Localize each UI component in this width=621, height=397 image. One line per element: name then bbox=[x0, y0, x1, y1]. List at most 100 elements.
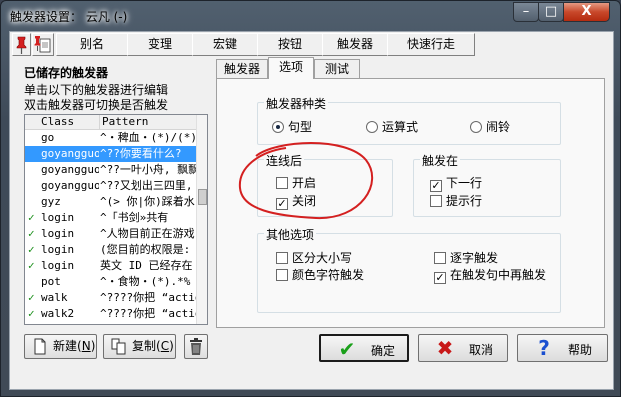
radio-alarm-dot bbox=[470, 121, 482, 133]
copy-button[interactable]: 复制(C) bbox=[103, 334, 176, 359]
enabled-check-icon: ✓ bbox=[28, 307, 35, 320]
color-trigger-box bbox=[276, 269, 288, 281]
tab-triggers[interactable]: 触发器 bbox=[322, 33, 388, 56]
help-button[interactable]: ? 帮助 bbox=[517, 334, 608, 362]
enabled-check-icon: ✓ bbox=[28, 259, 35, 272]
cancel-button[interactable]: ✖ 取消 bbox=[418, 334, 508, 362]
next-line-checkbox[interactable]: ✓ 下一行 bbox=[430, 175, 483, 192]
trigger-at-title: 触发在 bbox=[420, 152, 461, 169]
tab-quick-walk[interactable]: 快速行走 bbox=[387, 33, 475, 56]
trigger-row[interactable]: ✓ walk2 ^????你把 “actio bbox=[25, 306, 197, 322]
trigger-pattern: ^・食物・(*).*% bbox=[100, 275, 191, 288]
multiline-off-label: 关闭 bbox=[292, 194, 317, 208]
tab-variable[interactable]: 变理 bbox=[127, 33, 193, 56]
trigger-at-group: 触发在 ✓ 下一行 提示行 bbox=[413, 152, 561, 217]
trigger-pattern: ^????你把 “actio bbox=[100, 291, 196, 304]
tab-buttons[interactable]: 按钮 bbox=[257, 33, 323, 56]
dialog-client-area: 别名 变理 宏键 按钮 触发器 快速行走 已储存的触发器 单击以下的触发器进行编… bbox=[9, 31, 614, 390]
trigger-class: login bbox=[41, 243, 75, 256]
radio-expression-dot bbox=[366, 121, 378, 133]
tab-options[interactable]: 选项 bbox=[268, 57, 314, 79]
trigger-class: goyangguo bbox=[41, 179, 99, 192]
trigger-row[interactable]: goyangguo ^??你要看什么? bbox=[25, 146, 197, 162]
retrigger-checkbox[interactable]: ✓ 在触发句中再触发 bbox=[434, 267, 546, 284]
radio-expression-label: 运算式 bbox=[382, 120, 419, 134]
scrollbar-thumb[interactable] bbox=[198, 189, 207, 205]
trigger-row[interactable]: ✓ login 英文 ID 已经存在 bbox=[25, 258, 197, 274]
trigger-class: walk bbox=[41, 291, 68, 304]
tab-alias[interactable]: 别名 bbox=[56, 33, 128, 56]
radio-pattern[interactable]: 句型 bbox=[272, 119, 312, 135]
per-char-label: 逐字触发 bbox=[450, 251, 499, 265]
trigger-pattern: ^(> 你|你)踩着水 bbox=[100, 195, 195, 208]
multiline-on-checkbox[interactable]: 开启 bbox=[276, 175, 316, 191]
column-pattern[interactable]: Pattern bbox=[100, 115, 197, 130]
trigger-list[interactable]: Class Pattern go ^・稗血・(*)/(*) goyangguo ^??… bbox=[24, 114, 208, 325]
trigger-class: login bbox=[41, 259, 75, 272]
radio-alarm-label: 闹铃 bbox=[486, 120, 511, 134]
new-shortcut: N bbox=[81, 339, 91, 353]
checkmark-icon: ✔ bbox=[338, 337, 356, 361]
list-header: Class Pattern bbox=[25, 115, 197, 130]
trigger-class: login bbox=[41, 227, 75, 240]
trigger-pattern: ^??一叶小舟, 飘飘 bbox=[100, 163, 196, 176]
cancel-label: 取消 bbox=[469, 343, 494, 357]
trigger-class: go bbox=[41, 131, 55, 144]
minimize-button[interactable]: – bbox=[513, 2, 539, 22]
multiline-off-checkbox[interactable]: ✓ 关闭 bbox=[276, 193, 317, 210]
new-button[interactable]: 新建(N) bbox=[24, 334, 97, 359]
trigger-row[interactable]: ✓ login ^「书剑»共有 bbox=[25, 210, 197, 226]
color-trigger-label: 颜色字符触发 bbox=[292, 268, 365, 282]
dialog-window: 触发器设置： 云凡 (-) – □ X 别名 变理 宏键 按钮 触发器 快速行走… bbox=[0, 0, 621, 397]
radio-expression[interactable]: 运算式 bbox=[366, 119, 418, 135]
hint-double-click: 双击触发器可切换是否触发 bbox=[24, 98, 169, 112]
pin-icon[interactable] bbox=[12, 33, 31, 56]
copy-icon bbox=[110, 338, 128, 355]
window-title: 触发器设置： 云凡 (-) bbox=[10, 10, 128, 24]
new-document-icon bbox=[31, 338, 49, 355]
trigger-type-group: 触发器种类 句型 运算式 闹铃 bbox=[257, 95, 561, 145]
close-button[interactable]: X bbox=[563, 2, 610, 22]
tab-macro-keys[interactable]: 宏键 bbox=[192, 33, 258, 56]
per-char-checkbox[interactable]: 逐字触发 bbox=[434, 250, 498, 266]
column-class[interactable]: Class bbox=[25, 115, 100, 130]
top-tab-strip: 别名 变理 宏键 按钮 触发器 快速行走 bbox=[10, 33, 613, 58]
delete-button[interactable] bbox=[184, 334, 208, 359]
trigger-pattern: ^??你要看什么? bbox=[100, 147, 182, 160]
trigger-class: goyangguo bbox=[41, 147, 99, 160]
ok-button[interactable]: ✔ 确定 bbox=[319, 334, 409, 362]
enabled-check-icon: ✓ bbox=[28, 211, 35, 224]
trigger-row[interactable]: ✓ login ^人物目前正在游戏 bbox=[25, 226, 197, 242]
saved-triggers-heading: 已储存的触发器 bbox=[24, 66, 109, 80]
trigger-class: login bbox=[41, 211, 75, 224]
trigger-class: pot bbox=[41, 275, 61, 288]
tab-trigger-detail[interactable]: 触发器 bbox=[216, 59, 268, 79]
list-scrollbar[interactable] bbox=[196, 115, 207, 324]
trigger-row[interactable]: goyangguo ^??一叶小舟, 飘飘 bbox=[25, 162, 197, 178]
prompt-line-box bbox=[430, 195, 442, 207]
trigger-row[interactable]: ✓ walk ^????你把 “actio bbox=[25, 290, 197, 306]
case-sensitive-checkbox[interactable]: 区分大小写 bbox=[276, 250, 352, 266]
case-sensitive-box bbox=[276, 252, 288, 264]
new-label: 新建 bbox=[53, 339, 78, 353]
trigger-row[interactable]: ✓ login (您目前的权限是: bbox=[25, 242, 197, 258]
enabled-check-icon: ✓ bbox=[28, 243, 35, 256]
trigger-row[interactable]: pot ^・食物・(*).*% bbox=[25, 274, 197, 290]
next-line-label: 下一行 bbox=[446, 176, 483, 190]
tab-test[interactable]: 测试 bbox=[314, 59, 360, 79]
trigger-pattern: ^・稗血・(*)/(*) bbox=[100, 131, 196, 144]
trigger-row[interactable]: goyangguo ^??又划出三四里, bbox=[25, 178, 197, 194]
trigger-row[interactable]: gyz ^(> 你|你)踩着水 bbox=[25, 194, 197, 210]
maximize-button[interactable]: □ bbox=[538, 2, 564, 22]
trigger-row[interactable]: go ^・稗血・(*)/(*) bbox=[25, 130, 197, 146]
trigger-pattern: ^「书剑»共有 bbox=[100, 211, 169, 224]
trigger-class: walk2 bbox=[41, 307, 75, 320]
title-bar[interactable]: 触发器设置： 云凡 (-) – □ X bbox=[1, 1, 620, 31]
trigger-pattern: ^人物目前正在游戏 bbox=[100, 227, 195, 240]
color-trigger-checkbox[interactable]: 颜色字符触发 bbox=[276, 267, 364, 283]
pin-document-icon[interactable] bbox=[32, 33, 54, 56]
retrigger-box: ✓ bbox=[434, 271, 446, 284]
prompt-line-checkbox[interactable]: 提示行 bbox=[430, 193, 482, 209]
per-char-box bbox=[434, 252, 446, 264]
radio-alarm[interactable]: 闹铃 bbox=[470, 119, 510, 135]
